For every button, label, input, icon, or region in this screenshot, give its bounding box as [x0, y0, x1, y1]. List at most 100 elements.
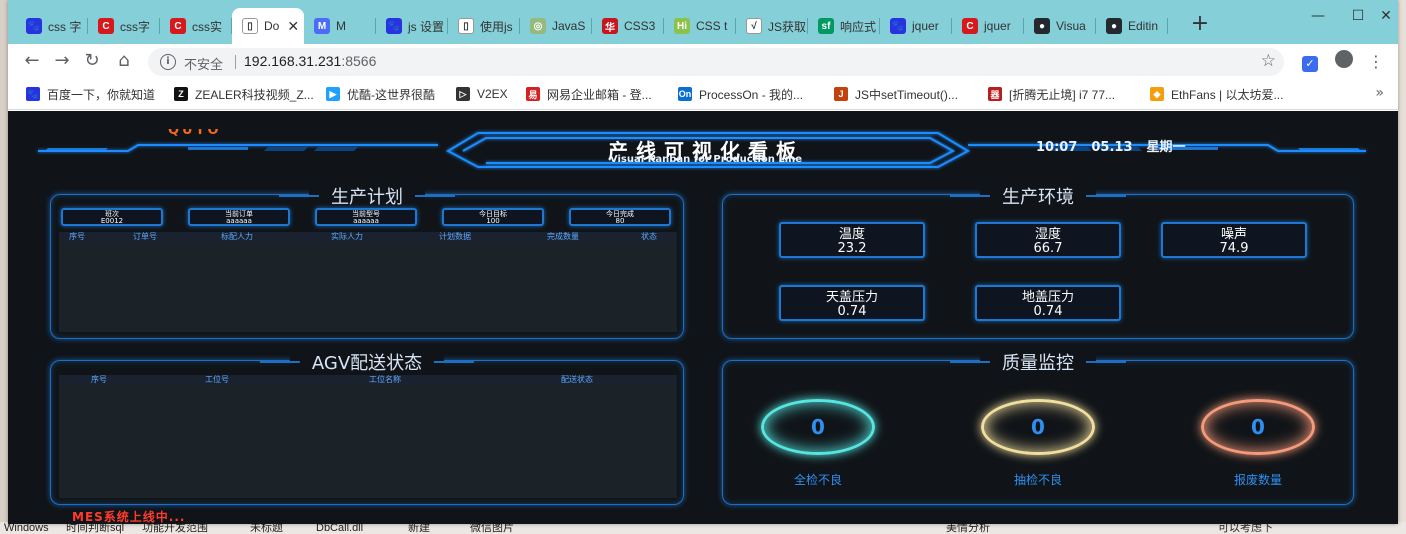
tab-label: css字 [120, 19, 151, 34]
quality-gauge-label: 抽检不良 [1013, 473, 1062, 487]
bookmark-label: ZEALER科技视频_Z... [195, 87, 314, 102]
forward-arrow-icon[interactable]: → [50, 50, 74, 74]
dashboard-subtitle: Visual Kanban for Production Line [609, 154, 803, 165]
browser-tab[interactable]: 🐾 jquer [880, 8, 952, 44]
bookmark-label: 网易企业邮箱 - 登... [547, 87, 652, 102]
bookmark-item[interactable]: ▷ V2EX [456, 86, 508, 102]
env-reading-label: 天盖压力 [825, 290, 878, 305]
url-text[interactable]: 192.168.31.231:8566 [244, 53, 376, 69]
tab-label: JavaS [552, 19, 586, 33]
bookmark-label: 百度一下，你就知道 [47, 87, 156, 102]
plan-stat-box: 当前订单 aaaaaa [188, 208, 290, 226]
bookmark-item[interactable]: Z ZEALER科技视频_Z... [174, 86, 314, 102]
security-label: 不安全 [184, 57, 224, 72]
hi-icon: Hi [674, 18, 690, 34]
baidu-paw-icon: 🐾 [386, 18, 402, 34]
close-window-button[interactable]: ✕ [1374, 4, 1398, 28]
browser-tab[interactable]: MM [304, 8, 376, 44]
plan-stat-value: aaaaaa [353, 217, 379, 225]
plan-column-header: 订单号 [133, 232, 157, 241]
browser-tab[interactable]: Ccss实 [160, 8, 232, 44]
new-tab-button[interactable]: + [1188, 12, 1212, 36]
plan-stat-value: 80 [615, 217, 625, 225]
env-reading-label: 地盖压力 [1021, 290, 1074, 305]
plan-column-header: 实际人力 [331, 232, 363, 241]
maximize-button[interactable]: ☐ [1338, 4, 1378, 28]
baidu-paw-icon: 🐾 [26, 87, 40, 101]
browser-tab[interactable]: 华 CSS3 [592, 8, 664, 44]
env-reading-box: 湿度 66.7 [975, 222, 1121, 258]
company-logo: QUTO [168, 129, 222, 137]
close-tab-icon[interactable]: ✕ [287, 18, 299, 35]
home-icon[interactable]: ⌂ [112, 50, 136, 74]
bookmark-label: ProcessOn - 我的... [699, 87, 804, 102]
browser-tab[interactable]: ● Editin [1096, 8, 1168, 44]
browser-tab[interactable]: √ JS获取 [736, 8, 808, 44]
bookmark-star-icon[interactable]: ☆ [1261, 51, 1276, 71]
agv-table-body [59, 385, 677, 498]
browser-window: + — ☐ ✕ 🐾 css 字 Ccss字 Ccss实 ▯ Do ✕ M M 🐾 js 设置 ▯ 使用j… [8, 0, 1398, 524]
tab-label: Editin [1128, 19, 1159, 33]
back-arrow-icon[interactable]: ← [20, 50, 44, 74]
netease-icon: 易 [526, 87, 540, 101]
browser-tab[interactable]: 🐾 js 设置 [376, 8, 448, 44]
minimize-button[interactable]: — [1298, 4, 1338, 28]
env-reading-value: 0.74 [837, 304, 867, 319]
bookmark-item[interactable]: 🐾 百度一下，你就知道 [26, 86, 155, 102]
extension-icon[interactable]: ✓ [1298, 50, 1322, 74]
tab-label: js 设置 [408, 19, 445, 34]
tab-label: css 字 [48, 19, 82, 34]
env-reading-value: 66.7 [1033, 241, 1063, 256]
reload-icon[interactable]: ↻ [80, 50, 104, 74]
more-bookmarks-icon[interactable]: » [1375, 85, 1384, 101]
env-reading-box: 地盖压力 0.74 [975, 285, 1121, 321]
youku-icon: ▶ [326, 87, 340, 101]
agv-column-header: 工位号 [205, 375, 229, 384]
quality-gauge-label: 报废数量 [1233, 473, 1282, 487]
quality-monitor-panel: 质量监控 0 全检不良 0 抽检不良 0 报废数量 [722, 349, 1354, 505]
tab-label: jquer [912, 19, 939, 33]
chiphell-icon: 器 [988, 87, 1002, 101]
panel-title-env: 生产环境 [950, 183, 1126, 209]
browser-tab[interactable]: Ccss字 [88, 8, 160, 44]
processon-icon: On [678, 87, 692, 101]
env-reading-label: 湿度 [1034, 227, 1061, 242]
bookmark-item[interactable]: J JS中setTimeout()... [834, 86, 958, 102]
csdn-icon: C [98, 18, 114, 34]
env-reading-label: 温度 [838, 227, 865, 242]
browser-tab[interactable]: ▯ 使用js [448, 8, 520, 44]
quality-gauge-ring: 0 [981, 399, 1095, 455]
bookmarks-bar: » 🐾 百度一下，你就知道 Z ZEALER科技视频_Z... ▶ 优酷-这世界很酷 ▷ V2… [8, 78, 1398, 110]
panel-title-quality: 质量监控 [950, 349, 1126, 375]
agv-table-header: 序号 工位号 工位名称 配送状态 [59, 375, 677, 385]
bookmark-item[interactable]: On ProcessOn - 我的... [678, 86, 803, 102]
browser-tab[interactable]: ▯ Do ✕ [232, 8, 304, 44]
browser-tab[interactable]: Hi CSS t [664, 8, 736, 44]
plan-stat-box: 今日目标 100 [442, 208, 544, 226]
menu-kebab-icon[interactable]: ⋮ [1364, 50, 1388, 74]
browser-tab[interactable]: 🐾 css 字 [16, 8, 88, 44]
plan-table-header: 序号 订单号 标配人力 实际人力 计划数据 完成数量 状态 [59, 232, 677, 242]
bookmark-item[interactable]: 易网易企业邮箱 - 登... [526, 86, 652, 102]
tab-label: CSS t [696, 19, 728, 33]
site-info-icon[interactable]: i [160, 54, 176, 70]
plan-column-header: 标配人力 [221, 232, 253, 241]
bookmark-item[interactable]: ◆ EthFans | 以太坊爱... [1150, 86, 1283, 102]
bookmark-item[interactable]: 器 [折腾无止境] i7 77... [988, 86, 1115, 102]
status-ticker: MES系统上线中... [72, 510, 186, 524]
plan-stat-box: 今日完成 80 [569, 208, 671, 226]
profile-avatar-icon[interactable] [1332, 50, 1356, 74]
github-icon: ● [1106, 18, 1122, 34]
browser-tab[interactable]: sf 响应式 [808, 8, 880, 44]
tab-label: Visua [1056, 19, 1086, 33]
bookmark-item[interactable]: ▶ 优酷-这世界很酷 [326, 86, 435, 102]
csdn-icon: C [170, 18, 186, 34]
plan-column-header: 完成数量 [547, 232, 579, 241]
agv-column-header: 工位名称 [369, 375, 401, 384]
browser-tab[interactable]: Cjquer [952, 8, 1024, 44]
ethereum-icon: ◆ [1150, 87, 1164, 101]
address-bar[interactable]: i 不安全 192.168.31.231:8566 ☆ [148, 48, 1284, 76]
browser-tab[interactable]: ● Visua [1024, 8, 1096, 44]
clock-date: 05.13 [1091, 140, 1133, 155]
browser-tab[interactable]: ◎ JavaS [520, 8, 592, 44]
